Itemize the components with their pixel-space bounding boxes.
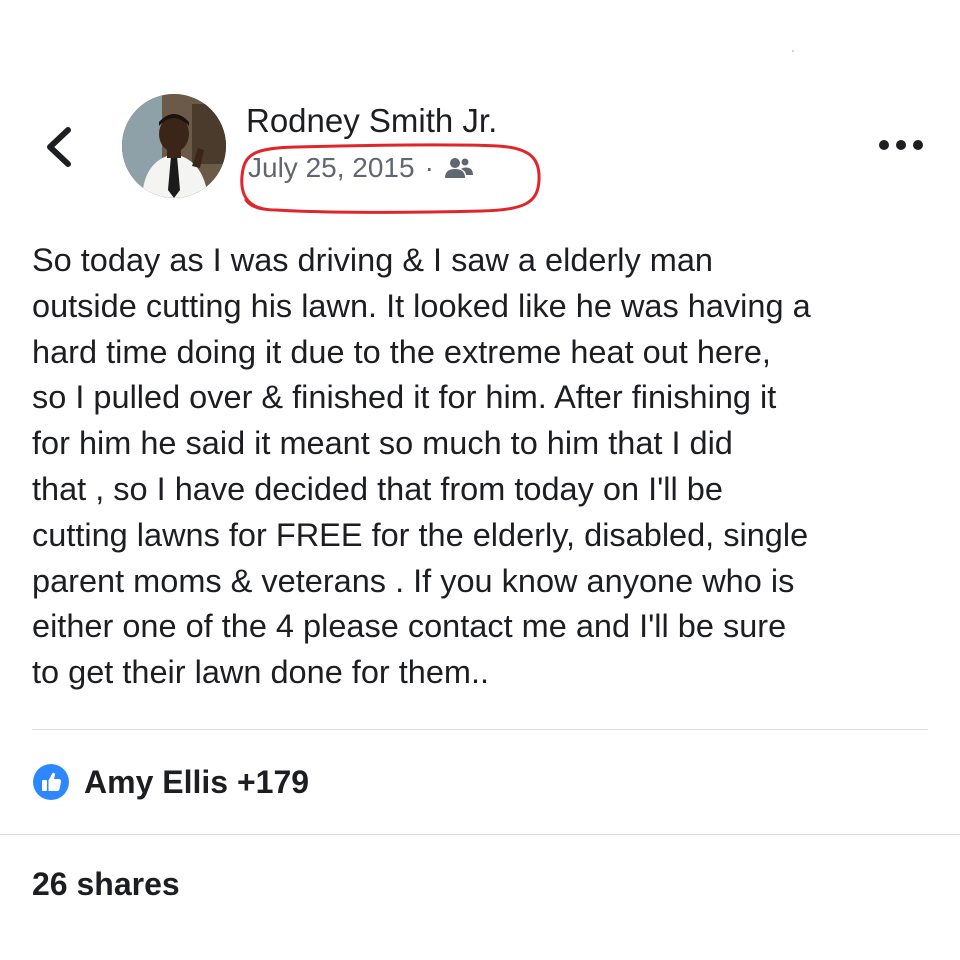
meta-separator: · [424, 152, 434, 183]
divider [0, 834, 960, 835]
author-name[interactable]: Rodney Smith Jr. [246, 102, 497, 140]
post-body: So today as I was driving & I saw a elde… [32, 242, 811, 691]
post-detail-screen: Rodney Smith Jr. July 25, 2015 · So toda… [0, 0, 960, 960]
back-button[interactable] [38, 118, 84, 176]
post-meta: July 25, 2015 · [248, 148, 474, 188]
like-icon [32, 763, 70, 801]
author-avatar[interactable] [122, 94, 226, 198]
profile-photo [122, 94, 226, 198]
more-options-button[interactable] [876, 130, 926, 160]
post-date[interactable]: July 25, 2015 [248, 152, 415, 184]
reactions-text: Amy Ellis +179 [84, 763, 310, 800]
ellipsis-icon [879, 140, 923, 150]
divider [32, 729, 928, 730]
friends-icon[interactable] [444, 156, 474, 180]
shares-count[interactable]: 26 shares [32, 866, 180, 903]
screen-speck [792, 50, 794, 52]
chevron-left-icon [47, 127, 71, 167]
reactions-summary[interactable]: Amy Ellis +179 [32, 760, 309, 804]
